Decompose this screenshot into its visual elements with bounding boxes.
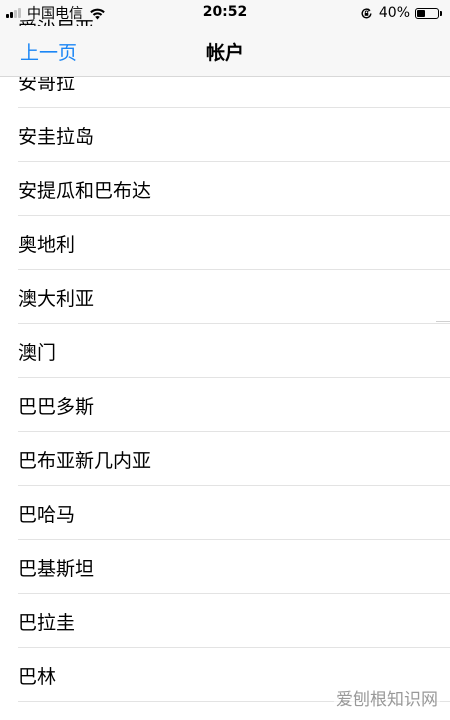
page-title: 帐户 [205, 42, 244, 64]
list-item[interactable]: 巴基斯坦 [0, 540, 450, 594]
list-item-label: 巴哈马 [18, 504, 76, 526]
list-item-label: 巴拉圭 [18, 612, 76, 634]
list-item[interactable]: 奥地利 [0, 216, 450, 270]
list-item[interactable]: 安圭拉岛 [0, 108, 450, 162]
list-item[interactable]: 巴拉圭 [0, 594, 450, 648]
list-item[interactable]: 巴哈马 [0, 486, 450, 540]
screen: 中国电信 20:52 40% 上一页 帐户 安哥拉 安圭拉岛 安提瓜和巴布达 奥… [0, 0, 450, 720]
list-item-label: 安提瓜和巴布达 [18, 180, 152, 202]
list-item[interactable]: 澳大利亚 [0, 270, 450, 324]
list-item-label: 巴巴多斯 [18, 396, 95, 418]
list-item[interactable]: 巴布亚新几内亚 [0, 432, 450, 486]
list-item-label: 安圭拉岛 [18, 126, 95, 148]
scroll-indicator[interactable] [436, 321, 450, 322]
list-item-label: 巴布亚新几内亚 [18, 450, 152, 472]
country-list: 爱沙尼亚 安哥拉 安圭拉岛 安提瓜和巴布达 奥地利 澳大利亚 澳门 巴巴多斯 [0, 18, 450, 702]
list-item[interactable]: 安提瓜和巴布达 [0, 162, 450, 216]
list-item-label: 澳门 [18, 342, 57, 364]
list-item[interactable]: 巴巴多斯 [0, 378, 450, 432]
list-item-label: 巴基斯坦 [18, 558, 95, 580]
list-item-label: 奥地利 [18, 234, 76, 256]
watermark: 爱刨根知识网 [334, 685, 440, 710]
list-item-label: 巴林 [18, 666, 57, 688]
list-item-label: 澳大利亚 [18, 288, 95, 310]
navigation-bar: 上一页 帐户 [0, 26, 450, 77]
list-item[interactable]: 澳门 [0, 324, 450, 378]
